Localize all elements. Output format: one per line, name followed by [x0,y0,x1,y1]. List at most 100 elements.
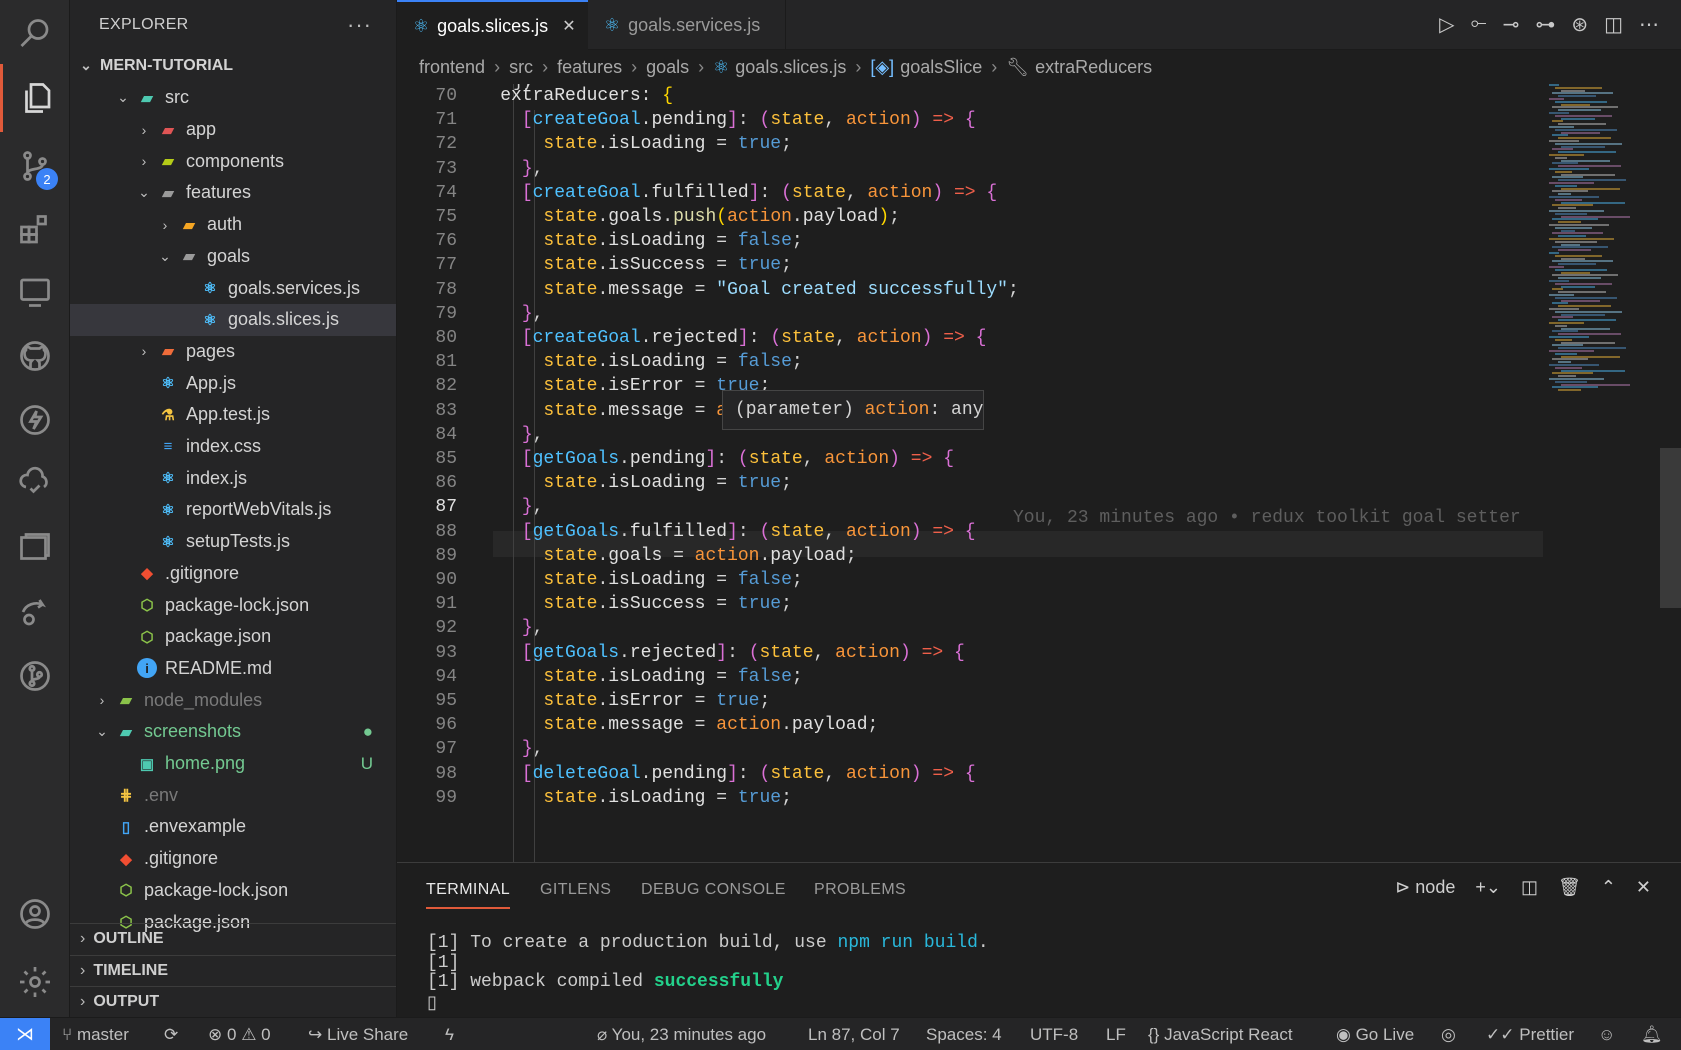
tree-item[interactable]: › ▰ pages [70,336,396,368]
tree-item[interactable]: ⬡ package-lock.json [70,875,396,907]
scrollbar-thumb[interactable] [1660,448,1681,608]
branch-status[interactable]: ⑂ master [62,1025,129,1045]
tree-item[interactable]: ⌄ ▰ screenshots ● [70,716,396,748]
tree-item[interactable]: › ▰ components [70,145,396,177]
tree-item[interactable]: ⚛ App.js [70,367,396,399]
breadcrumb-item[interactable]: src [509,57,533,78]
tree-item[interactable]: › ▰ auth [70,209,396,241]
cursor-position[interactable]: Ln 87, Col 7 [808,1025,900,1045]
tree-item[interactable]: ⬡ package-lock.json [70,589,396,621]
code-token: [ [521,110,533,131]
close-icon[interactable]: ✕ [562,16,575,36]
close-panel-icon[interactable]: ✕ [1636,877,1651,898]
breadcrumb-item[interactable]: goals [646,57,689,78]
code-token: state [543,134,598,155]
remote-explorer-icon[interactable] [0,258,70,326]
code-token: = [705,666,738,687]
lightning-icon[interactable]: ϟ [445,1025,454,1045]
split-editor-icon[interactable]: ◫ [1604,12,1623,37]
tree-item[interactable]: ⬡ package.json [70,621,396,653]
tree-item[interactable]: ⋕ .env [70,779,396,811]
tab-debug-console[interactable]: DEBUG CONSOLE [641,881,786,899]
tree-item[interactable]: ⚛ goals.slices.js [70,303,396,336]
tree-item[interactable]: ⚗ App.test.js [70,399,396,431]
more-actions-icon[interactable]: ⋯ [1639,12,1659,37]
tab-terminal[interactable]: TERMINAL [426,881,511,909]
tree-item[interactable]: ⚛ index.js [70,462,396,494]
account-icon[interactable] [0,880,70,948]
panels-icon[interactable] [0,514,70,582]
blame-status[interactable]: ⌀ You, 23 minutes ago [597,1025,766,1045]
tree-item[interactable]: › ▰ app [70,114,396,146]
gitlens-icon[interactable] [0,642,70,710]
github-icon[interactable] [0,322,70,390]
gitlens-inspect-icon[interactable]: ⊛ [1571,12,1588,37]
code-token: fulfilled [629,521,728,542]
code-line: state.isLoading = true; [457,134,791,155]
tree-item[interactable]: ▣ home.png U [70,748,396,780]
tree-item[interactable]: ◆ .gitignore [70,843,396,875]
git-next-icon[interactable]: ⊶ [1535,12,1555,37]
eol[interactable]: LF [1106,1025,1126,1045]
breadcrumb-item[interactable]: frontend [419,57,485,78]
settings-gear-icon[interactable] [0,948,70,1016]
tree-item[interactable]: ⚛ setupTests.js [70,526,396,558]
language-mode[interactable]: {} JavaScript React [1148,1025,1293,1045]
tree-item[interactable]: › ▰ node_modules [70,684,396,716]
tab-goals-services[interactable]: ⚛ goals.services.js [588,0,786,50]
thunder-client-icon[interactable] [0,386,70,454]
line-number: 83 [435,400,457,421]
breadcrumb-item[interactable]: extraReducers [1035,57,1152,78]
tree-item[interactable]: ⌄ ▰ features [70,177,396,209]
testing-icon[interactable] [0,450,70,518]
terminal-selector[interactable]: ⊳ node [1395,877,1455,898]
code-token: state [770,110,825,131]
tree-item[interactable]: ▯ .envexample [70,811,396,843]
tree-item[interactable]: ⚛ reportWebVitals.js [70,494,396,526]
feedback-icon[interactable]: ☺ [1598,1025,1615,1045]
timeline-section[interactable]: › TIMELINE [70,955,396,986]
notifications-bell-icon[interactable]: 🔔︎ [1641,1025,1663,1045]
split-terminal-icon[interactable]: ◫ [1521,877,1538,898]
search-icon[interactable] [0,0,70,68]
new-terminal-icon[interactable]: +⌄ [1475,877,1501,898]
breadcrumb-item[interactable]: features [557,57,622,78]
live-share-icon[interactable] [0,578,70,646]
git-commit-icon[interactable]: ⊸ [1503,12,1520,37]
tree-item[interactable]: i README.md [70,653,396,685]
go-live[interactable]: ◉ Go Live [1336,1025,1414,1045]
code-editor[interactable]: }, 70 extraReducers: {71 [createGoal.pen… [397,84,1547,862]
outline-section[interactable]: › OUTLINE [70,923,396,954]
code-token: { [964,110,976,131]
workspace-root[interactable]: ⌄ MERN-TUTORIAL [70,50,396,82]
breadcrumb-item[interactable]: goals.slices.js [735,57,846,78]
run-icon[interactable]: ▷ [1439,12,1454,37]
maximize-panel-icon[interactable]: ⌃ [1601,877,1616,898]
code-line: [createGoal.pending]: (state, action) =>… [457,110,976,130]
tab-goals-slices[interactable]: ⚛ goals.slices.js ✕ [397,0,588,50]
explorer-icon[interactable] [0,64,70,132]
live-share-status[interactable]: ↪ Live Share [308,1025,408,1045]
indentation[interactable]: Spaces: 4 [926,1025,1002,1045]
copilot-icon[interactable]: ◎ [1441,1025,1456,1045]
output-section[interactable]: › OUTPUT [70,986,396,1017]
git-compare-icon[interactable]: ⟜ [1471,12,1487,37]
code-line: }, [457,425,544,445]
prettier-status[interactable]: ✓✓ Prettier [1486,1025,1574,1045]
remote-indicator-icon[interactable]: ⋊ [0,1018,50,1050]
tab-gitlens[interactable]: GITLENS [540,881,611,899]
source-control-icon[interactable]: 2 [0,132,70,200]
tree-item[interactable]: ⌄ ▰ src [70,82,396,114]
encoding[interactable]: UTF-8 [1030,1025,1078,1045]
sync-icon[interactable]: ⟳ [164,1025,178,1045]
tab-problems[interactable]: PROBLEMS [814,881,906,899]
tree-item[interactable]: ⌄ ▰ goals [70,241,396,273]
problems-status[interactable]: ⊗ 0 ⚠ 0 [208,1025,271,1045]
tree-item[interactable]: ◆ .gitignore [70,558,396,590]
extensions-icon[interactable] [0,196,70,264]
more-actions-icon[interactable]: ··· [347,12,372,38]
tree-item[interactable]: ⚛ goals.services.js [70,272,396,304]
tree-item[interactable]: ≡ index.css [70,431,396,463]
trash-icon[interactable]: 🗑︎ [1558,877,1581,898]
breadcrumb-item[interactable]: goalsSlice [900,57,982,78]
